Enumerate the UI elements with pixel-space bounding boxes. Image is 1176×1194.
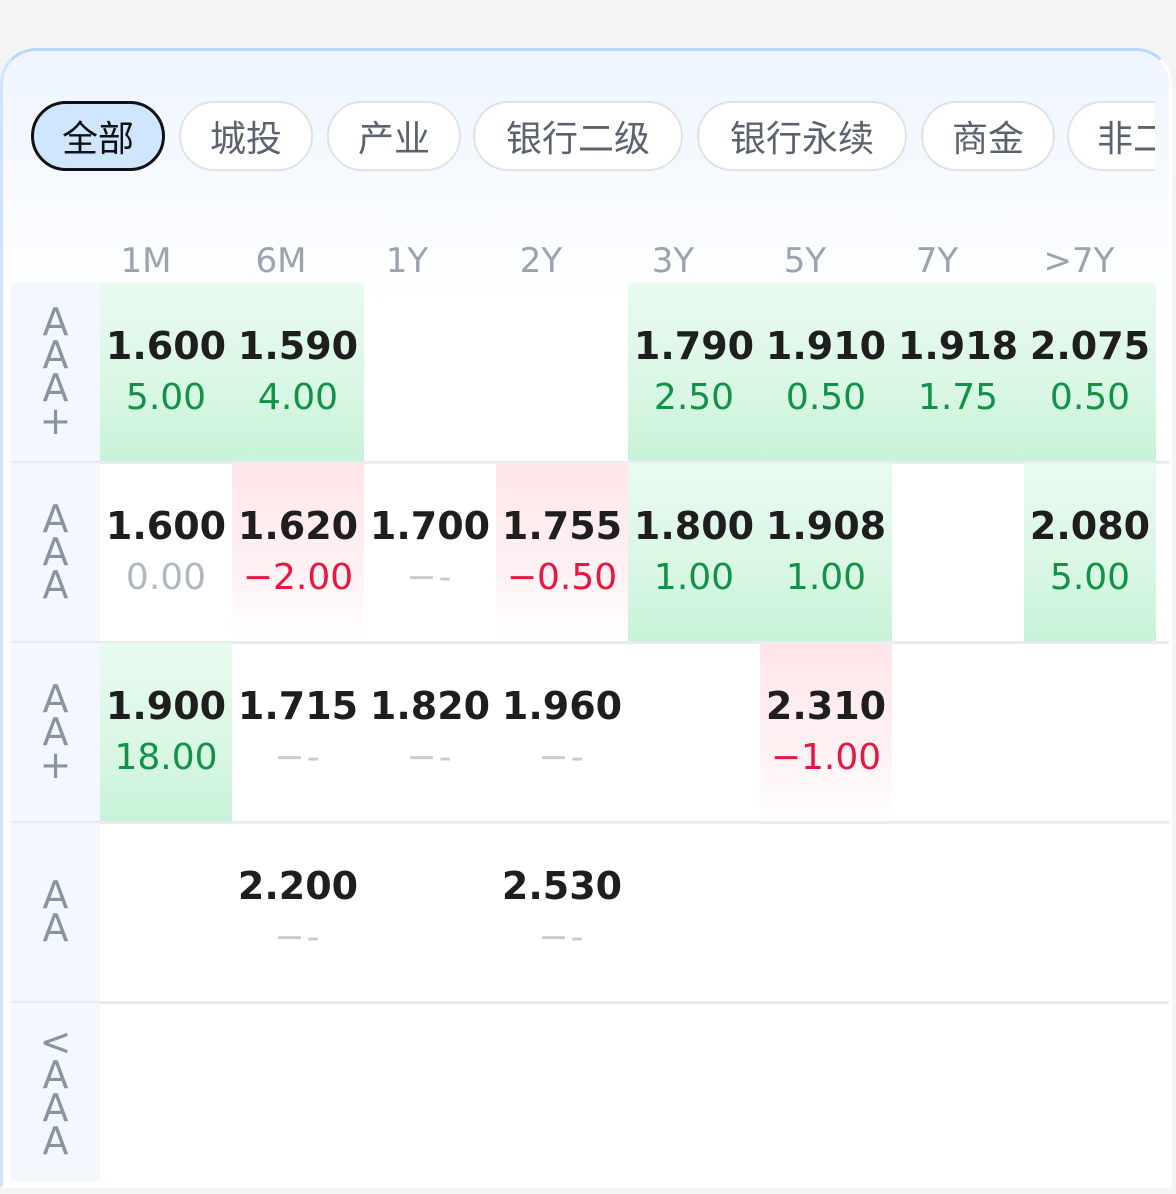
rating-row-0: A A A +1.600 5.00 1.590 4.00 1.790 2.50 1.910 0.50…	[11, 283, 1169, 461]
rating-row-4: < A A A	[11, 1003, 1169, 1181]
change-value: −2.00	[242, 557, 354, 598]
change-value: −0.50	[506, 557, 618, 598]
change-value: 2.50	[653, 377, 735, 418]
tab-4[interactable]: 银行永续	[697, 101, 907, 171]
yield-value: 1.700	[369, 504, 491, 548]
tab-2[interactable]: 产业	[327, 101, 461, 171]
change-value: 0.00	[125, 557, 207, 598]
yield-value: 1.600	[105, 324, 227, 368]
yield-value: 1.715	[237, 684, 359, 728]
rating-row-3: A A 2.200 −- 2.530 −-	[11, 823, 1169, 1001]
tab-5[interactable]: 商金	[921, 101, 1055, 171]
rating-row-2: A A +1.900 18.00 1.715 −- 1.820 −- 1.960 −- 2.310 −…	[11, 643, 1169, 821]
tab-0[interactable]: 全部	[31, 101, 165, 171]
rating-label: A A A +	[11, 283, 100, 461]
rating-label: A A +	[11, 643, 100, 821]
yield-cell[interactable]: 1.755 −0.50	[496, 463, 628, 641]
yield-cell[interactable]: 1.715 −-	[232, 643, 364, 821]
column-header-1: 6M	[255, 241, 307, 281]
yield-value: 1.918	[897, 324, 1019, 368]
change-value: −1.00	[770, 737, 882, 778]
change-value: −-	[274, 917, 322, 958]
change-value: −-	[538, 917, 586, 958]
column-header-5: 5Y	[783, 241, 827, 281]
rating-label: < A A A	[11, 1003, 100, 1181]
yield-value: 1.800	[633, 504, 755, 548]
yield-cell[interactable]: 2.200 −-	[232, 823, 364, 1001]
tab-3[interactable]: 银行二级	[473, 101, 683, 171]
yield-value: 1.900	[105, 684, 227, 728]
yield-cell[interactable]: 1.908 1.00	[760, 463, 892, 641]
yield-cell[interactable]: 1.960 −-	[496, 643, 628, 821]
change-value: 0.50	[1049, 377, 1131, 418]
yield-value: 1.820	[369, 684, 491, 728]
change-value: 1.00	[653, 557, 735, 598]
rating-row-1: A A A 1.600 0.00 1.620 −2.00 1.700 −- 1.755 −0.50 1…	[11, 463, 1169, 641]
yield-value: 1.910	[765, 324, 887, 368]
yield-cell[interactable]: 1.600 0.00	[100, 463, 232, 641]
tab-1[interactable]: 城投	[179, 101, 313, 171]
yield-cell[interactable]: 1.820 −-	[364, 643, 496, 821]
yield-cell[interactable]: 1.910 0.50	[760, 283, 892, 461]
column-header-3: 2Y	[519, 241, 563, 281]
yield-value: 1.755	[501, 504, 623, 548]
yield-cell[interactable]: 1.918 1.75	[892, 283, 1024, 461]
rating-label-char: A	[42, 906, 69, 950]
yield-value: 2.075	[1029, 324, 1151, 368]
rating-label-char: A	[42, 562, 69, 607]
change-value: 1.00	[785, 557, 867, 598]
yield-value: 2.310	[765, 684, 887, 728]
change-value: 0.50	[785, 377, 867, 418]
rating-label-char: A	[42, 1119, 69, 1163]
column-header-4: 3Y	[651, 241, 695, 281]
yield-cell[interactable]: 1.620 −2.00	[232, 463, 364, 641]
yield-cell[interactable]: 2.075 0.50	[1024, 283, 1156, 461]
yield-cell[interactable]: 1.790 2.50	[628, 283, 760, 461]
yield-cell[interactable]: 1.900 18.00	[100, 643, 232, 821]
yield-value: 2.200	[237, 864, 359, 908]
yield-value: 1.790	[633, 324, 755, 368]
rating-label-char: +	[39, 399, 72, 443]
change-value: −-	[538, 737, 586, 778]
change-value: 18.00	[114, 737, 218, 778]
change-value: 1.75	[917, 377, 999, 418]
yield-value: 2.080	[1029, 504, 1151, 548]
column-header-7: >7Y	[1043, 241, 1115, 281]
yield-cell[interactable]: 1.590 4.00	[232, 283, 364, 461]
tab-6[interactable]: 非二	[1067, 101, 1155, 171]
yield-value: 1.908	[765, 504, 887, 548]
yield-matrix-card: 全部城投产业银行二级银行永续商金非二 1M6M1Y2Y3Y5Y7Y>7YAAA+…	[0, 48, 1172, 1188]
yield-value: 1.960	[501, 684, 623, 728]
change-value: −-	[274, 737, 322, 778]
yield-cell[interactable]: 2.080 5.00	[1024, 463, 1156, 641]
category-tab-bar[interactable]: 全部城投产业银行二级银行永续商金非二	[31, 101, 1155, 171]
yield-value: 1.600	[105, 504, 227, 548]
change-value: 4.00	[257, 377, 339, 418]
change-value: 5.00	[125, 377, 207, 418]
change-value: −-	[406, 557, 454, 598]
yield-value: 1.620	[237, 504, 359, 548]
rating-label-char: +	[39, 742, 72, 787]
yield-value: 2.530	[501, 864, 623, 908]
rating-label: AAA	[11, 463, 100, 641]
change-value: −-	[406, 737, 454, 778]
column-header-2: 1Y	[385, 241, 429, 281]
yield-cell[interactable]: 2.310 −1.00	[760, 643, 892, 821]
column-header-6: 7Y	[915, 241, 959, 281]
yield-cell[interactable]: 1.800 1.00	[628, 463, 760, 641]
column-header-0: 1M	[120, 241, 172, 281]
yield-cell[interactable]: 1.700 −-	[364, 463, 496, 641]
change-value: 5.00	[1049, 557, 1131, 598]
yield-value: 1.590	[237, 324, 359, 368]
yield-cell[interactable]: 1.600 5.00	[100, 283, 232, 461]
yield-cell[interactable]: 2.530 −-	[496, 823, 628, 1001]
rating-label: AA	[11, 823, 100, 1001]
